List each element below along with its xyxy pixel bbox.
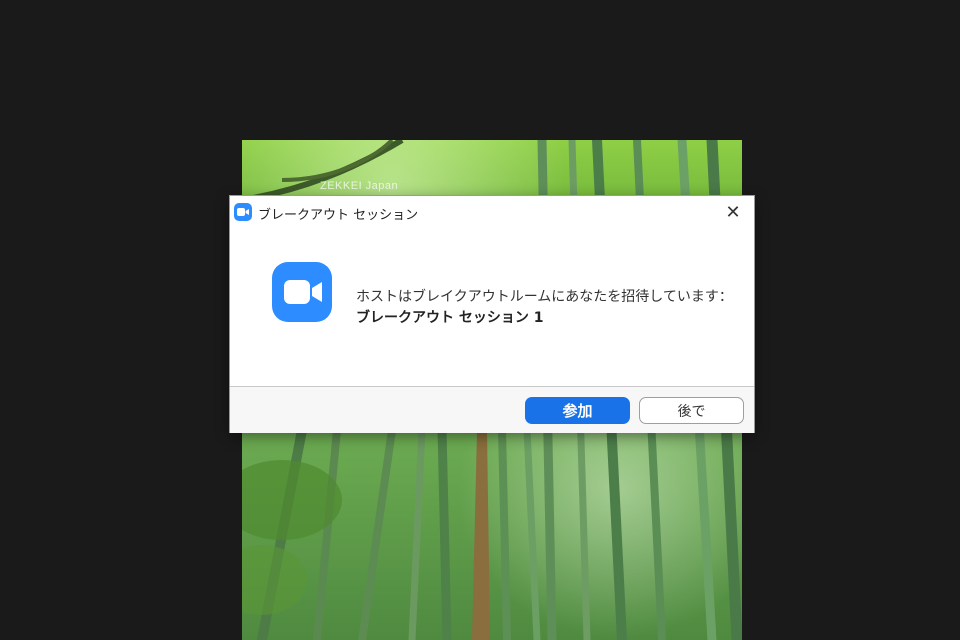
dialog-title: ブレークアウト セッション xyxy=(258,208,419,223)
session-name: ブレークアウト セッション 1 xyxy=(356,310,544,326)
zoom-app-icon xyxy=(234,203,252,221)
close-icon[interactable]: ✕ xyxy=(722,201,744,223)
breakout-invite-dialog: ブレークアウト セッション ✕ ホストはブレイクアウトルームにあなたを招待してい… xyxy=(230,196,754,433)
dialog-titlebar: ブレークアウト セッション ✕ xyxy=(230,196,754,228)
dialog-footer: 参加 後で xyxy=(230,386,754,433)
invite-message: ホストはブレイクアウトルームにあなたを招待しています： xyxy=(356,289,733,305)
later-button[interactable]: 後で xyxy=(639,397,744,424)
watermark-text: ZEKKEI Japan xyxy=(320,180,399,192)
zoom-camera-icon xyxy=(272,262,332,322)
join-button[interactable]: 参加 xyxy=(525,397,630,424)
